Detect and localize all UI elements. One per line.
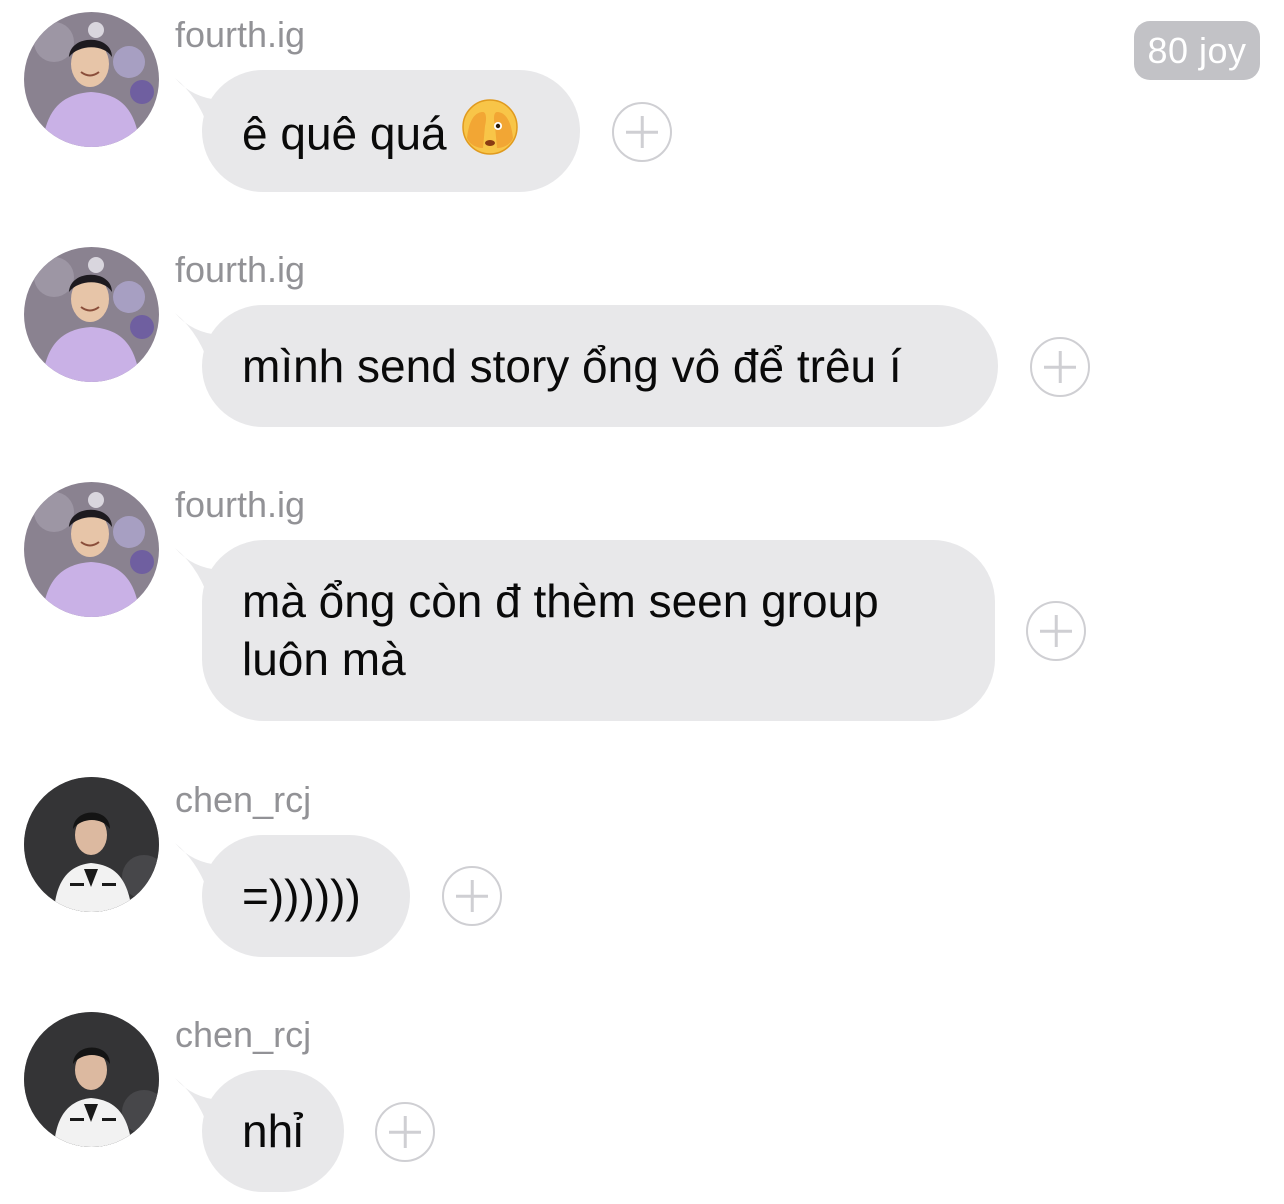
message-bubble[interactable]: mà ổng còn đ thèm seen group luôn mà — [202, 540, 995, 721]
sender-name[interactable]: fourth.ig — [175, 15, 305, 55]
avatar-fourth[interactable] — [24, 12, 159, 147]
avatar-chen[interactable] — [24, 1012, 159, 1147]
add-reaction-plus-icon[interactable] — [375, 1102, 435, 1162]
message-text: =)))))) — [242, 870, 361, 922]
avatar-chen[interactable] — [24, 777, 159, 912]
message-bubble[interactable]: mình send story ổng vô để trêu í — [202, 305, 998, 427]
sender-name[interactable]: chen_rcj — [175, 1015, 311, 1055]
reaction-count-badge[interactable]: 80 joy — [1134, 21, 1260, 80]
message-text: nhỉ — [242, 1105, 304, 1157]
add-reaction-plus-icon[interactable] — [1026, 601, 1086, 661]
add-reaction-plus-icon[interactable] — [442, 866, 502, 926]
message-bubble[interactable]: =)))))) — [202, 835, 410, 957]
shy-face-emoji-icon — [461, 98, 519, 169]
message-text: ê quê quá — [242, 107, 447, 160]
add-reaction-plus-icon[interactable] — [1030, 337, 1090, 397]
avatar-fourth[interactable] — [24, 482, 159, 617]
message-bubble[interactable]: ê quê quá — [202, 70, 580, 192]
message-text-line: luôn mà — [242, 633, 406, 685]
message-text: mình send story ổng vô để trêu í — [242, 340, 902, 392]
sender-name[interactable]: chen_rcj — [175, 780, 311, 820]
sender-name[interactable]: fourth.ig — [175, 250, 305, 290]
add-reaction-plus-icon[interactable] — [612, 102, 672, 162]
sender-name[interactable]: fourth.ig — [175, 485, 305, 525]
avatar-fourth[interactable] — [24, 247, 159, 382]
message-bubble[interactable]: nhỉ — [202, 1070, 344, 1192]
message-text-line: mà ổng còn đ thèm seen group — [242, 575, 879, 627]
